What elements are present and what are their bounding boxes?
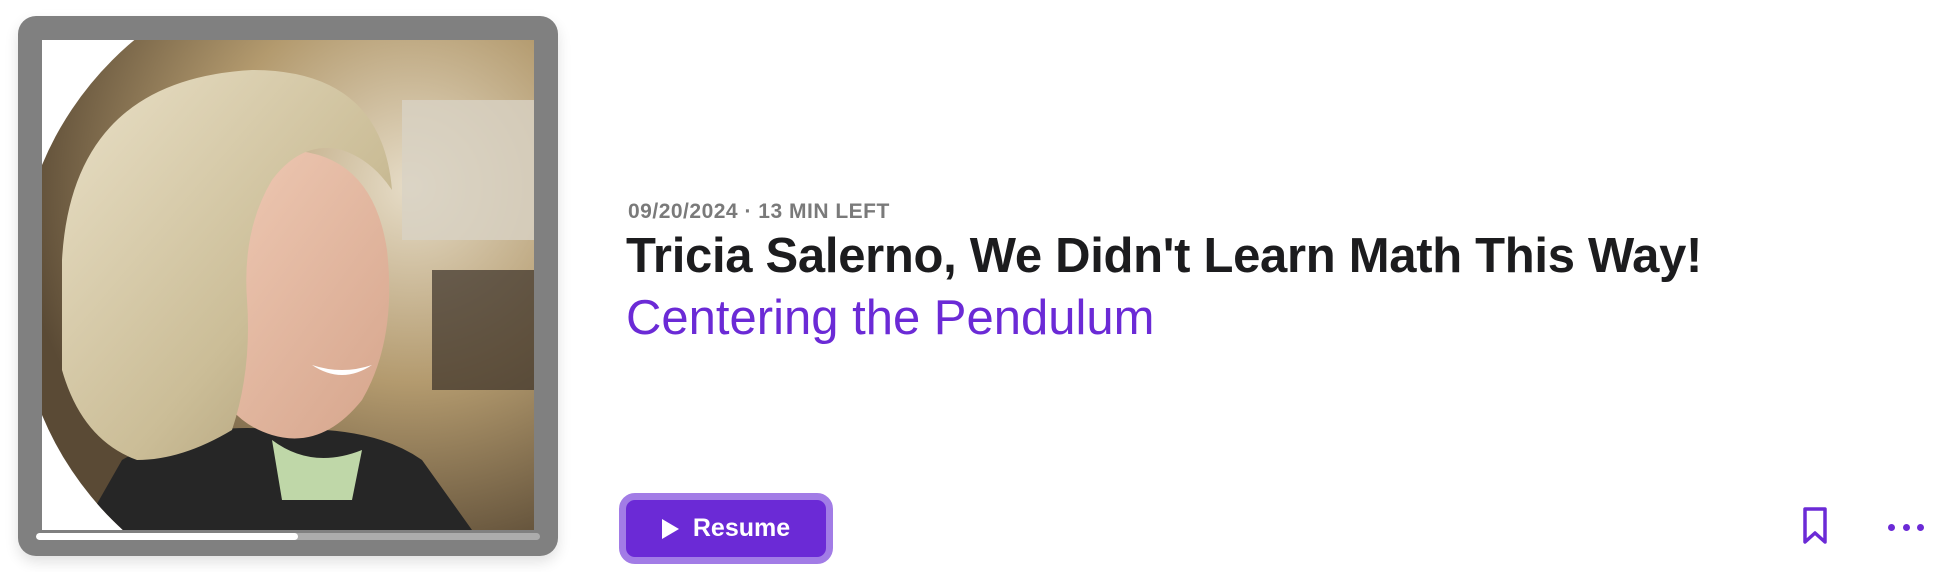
play-icon	[661, 518, 679, 539]
more-options-button[interactable]	[1888, 515, 1924, 539]
portrait-image	[42, 40, 534, 530]
playback-progress-track	[36, 533, 540, 540]
bookmark-button[interactable]	[1800, 506, 1830, 546]
more-options-icon	[1888, 523, 1895, 531]
resume-button[interactable]: Resume	[619, 493, 833, 564]
more-dot	[1917, 523, 1924, 531]
resume-label: Resume	[692, 514, 791, 542]
episode-card: 09/20/2024 · 13 MIN LEFT Tricia Salerno,…	[0, 0, 1950, 572]
episode-date: 09/20/2024	[628, 200, 739, 223]
playback-progress-fill	[36, 533, 299, 540]
episode-time-left: 13 MIN LEFT	[758, 200, 890, 223]
bookmark-icon	[1803, 507, 1827, 544]
artwork-photo	[42, 40, 534, 530]
episode-artwork[interactable]	[18, 16, 558, 556]
episode-meta: 09/20/2024 · 13 MIN LEFT	[628, 200, 890, 224]
meta-separator: ·	[744, 200, 752, 223]
episode-title[interactable]: Tricia Salerno, We Didn't Learn Math Thi…	[626, 228, 1702, 284]
more-dot	[1902, 523, 1910, 531]
show-title[interactable]: Centering the Pendulum	[626, 290, 1154, 346]
